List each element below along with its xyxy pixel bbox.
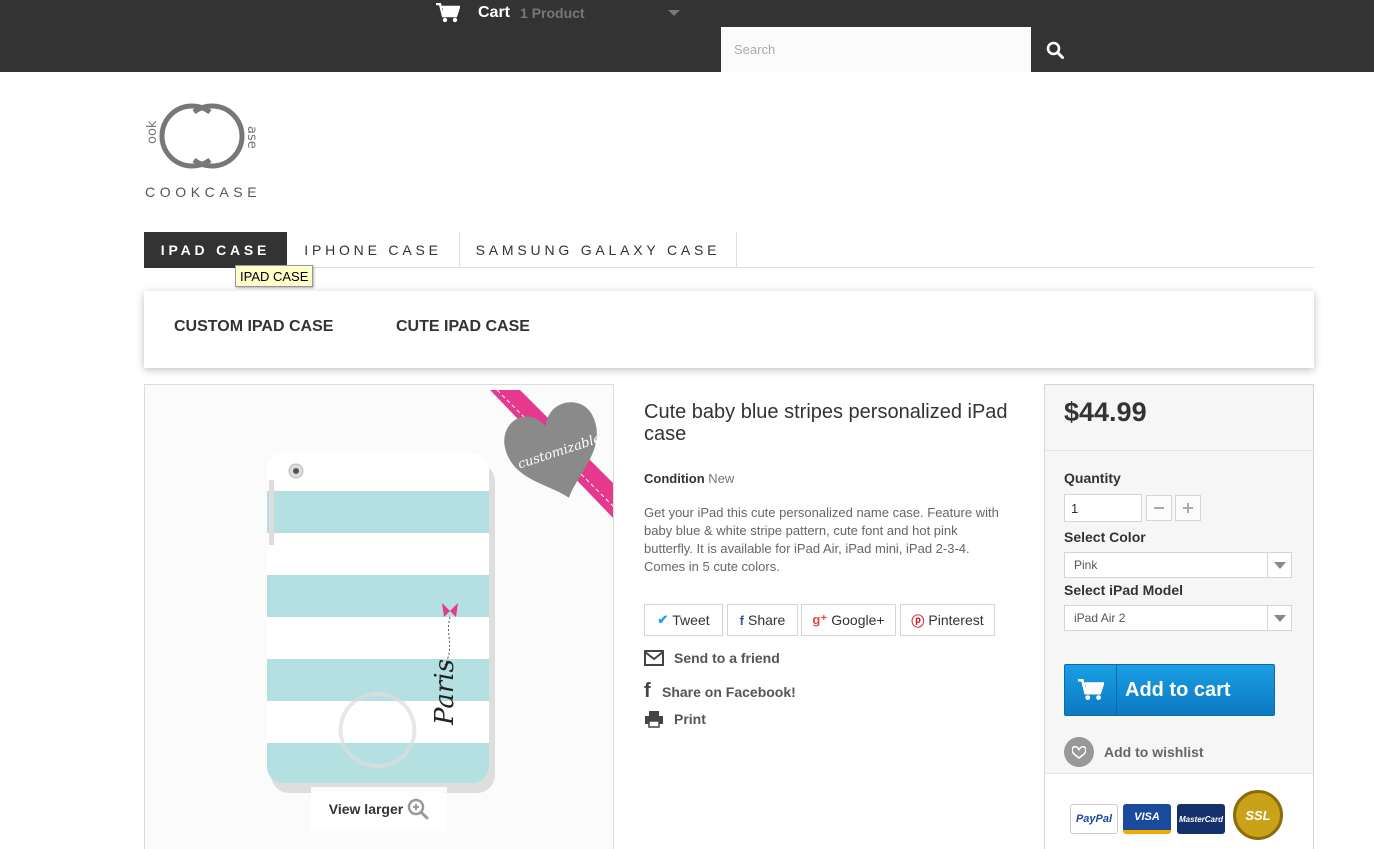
case-name-text: Paris	[430, 659, 460, 726]
quantity-label: Quantity	[1064, 470, 1121, 486]
tooltip: IPAD CASE	[235, 265, 314, 287]
color-select[interactable]: Pink	[1064, 552, 1292, 578]
cart-dropdown[interactable]: Cart 1 Product	[436, 0, 686, 26]
cart-icon	[1077, 679, 1104, 700]
product-image[interactable]: customizable Paris	[144, 384, 614, 849]
twitter-icon: ✔	[657, 612, 669, 627]
add-to-wishlist-label: Add to wishlist	[1104, 744, 1204, 760]
cart-label[interactable]: Cart	[478, 4, 510, 22]
print-label: Print	[674, 711, 706, 727]
pinterest-icon: ⓟ	[911, 613, 925, 629]
quantity-input[interactable]	[1064, 494, 1142, 522]
submenu-custom-ipad-case[interactable]: CUSTOM IPAD CASE	[174, 318, 333, 336]
share-label: Share	[747, 612, 786, 628]
print-link[interactable]: Print	[644, 710, 706, 728]
view-larger-button[interactable]: View larger	[311, 787, 447, 831]
paypal-logo: PayPal	[1070, 804, 1118, 834]
menu-item-ipad-case[interactable]: IPAD CASE	[144, 232, 287, 268]
google-plus-label: Google+	[831, 612, 885, 628]
model-select-value: iPad Air 2	[1074, 611, 1126, 625]
printer-icon	[645, 711, 663, 728]
cart-icon	[436, 3, 460, 23]
price-area: $44.99	[1045, 385, 1313, 451]
menu-item-iphone-case[interactable]: IPHONE CASE	[287, 232, 460, 268]
product-title: Cute baby blue stripes personalized iPad…	[644, 401, 1008, 445]
submenu-cute-ipad-case[interactable]: CUTE IPAD CASE	[396, 318, 530, 336]
svg-text:ase: ase	[244, 126, 259, 149]
product-photo: customizable Paris	[145, 385, 613, 849]
send-to-friend-label: Send to a friend	[674, 650, 780, 666]
logo-text[interactable]: COOKCASE	[145, 184, 261, 200]
tweet-button[interactable]: ✔ Tweet	[644, 604, 723, 636]
model-label: Select iPad Model	[1064, 582, 1184, 598]
color-label: Select Color	[1064, 529, 1146, 545]
top-bar: Cart 1 Product	[0, 0, 1374, 72]
buy-box: $44.99 Quantity Select Color Pink Select…	[1044, 384, 1314, 849]
share-on-facebook-link[interactable]: f Share on Facebook!	[644, 680, 796, 703]
chevron-down-icon[interactable]	[668, 10, 680, 16]
heart-icon	[1072, 745, 1086, 759]
chevron-down-icon	[1267, 553, 1291, 577]
search-button[interactable]	[1031, 27, 1079, 72]
payment-logos: PayPal VISA MasterCard SSL	[1045, 773, 1313, 849]
facebook-icon: f	[739, 612, 744, 628]
plus-icon	[1183, 503, 1193, 513]
search-icon	[1046, 41, 1064, 59]
view-larger-label: View larger	[328, 801, 404, 817]
envelope-icon	[644, 650, 664, 666]
add-to-cart-label: Add to cart	[1125, 678, 1231, 701]
condition-value: New	[708, 471, 735, 486]
google-plus-button[interactable]: g⁺ Google+	[801, 604, 896, 636]
model-select[interactable]: iPad Air 2	[1064, 605, 1292, 631]
zoom-in-icon	[407, 798, 429, 820]
pinterest-button[interactable]: ⓟ Pinterest	[900, 604, 995, 636]
visa-logo: VISA	[1123, 804, 1171, 834]
chevron-down-icon	[1267, 606, 1291, 630]
tweet-label: Tweet	[672, 612, 710, 628]
share-on-facebook-label: Share on Facebook!	[662, 683, 796, 700]
google-plus-icon: g⁺	[812, 612, 828, 627]
main-menu: IPAD CASE IPHONE CASE SAMSUNG GALAXY CAS…	[144, 232, 1314, 268]
minus-icon	[1154, 507, 1164, 509]
quantity-decrease-button[interactable]	[1146, 495, 1172, 521]
send-to-friend-link[interactable]: Send to a friend	[644, 650, 780, 666]
condition-label: Condition	[644, 471, 705, 486]
add-to-wishlist-link[interactable]: Add to wishlist	[1064, 737, 1204, 767]
product-price: $44.99	[1064, 397, 1147, 427]
product-condition: Condition New	[644, 471, 734, 486]
search-input[interactable]	[721, 27, 1031, 72]
add-to-cart-button[interactable]: Add to cart	[1064, 664, 1275, 716]
pinterest-label: Pinterest	[928, 612, 984, 628]
cart-count[interactable]: 1 Product	[520, 5, 585, 21]
ssl-badge: SSL	[1233, 790, 1283, 840]
submenu-panel: CUSTOM IPAD CASE CUTE IPAD CASE	[144, 291, 1314, 368]
svg-text:ook: ook	[145, 120, 160, 144]
share-button[interactable]: f Share	[727, 604, 798, 636]
facebook-icon: f	[644, 680, 651, 702]
mastercard-logo: MasterCard	[1177, 804, 1225, 834]
product-description: Get your iPad this cute personalized nam…	[644, 505, 999, 574]
menu-item-samsung-galaxy-case[interactable]: SAMSUNG GALAXY CASE	[460, 232, 737, 268]
quantity-increase-button[interactable]	[1175, 495, 1201, 521]
color-select-value: Pink	[1074, 558, 1098, 572]
